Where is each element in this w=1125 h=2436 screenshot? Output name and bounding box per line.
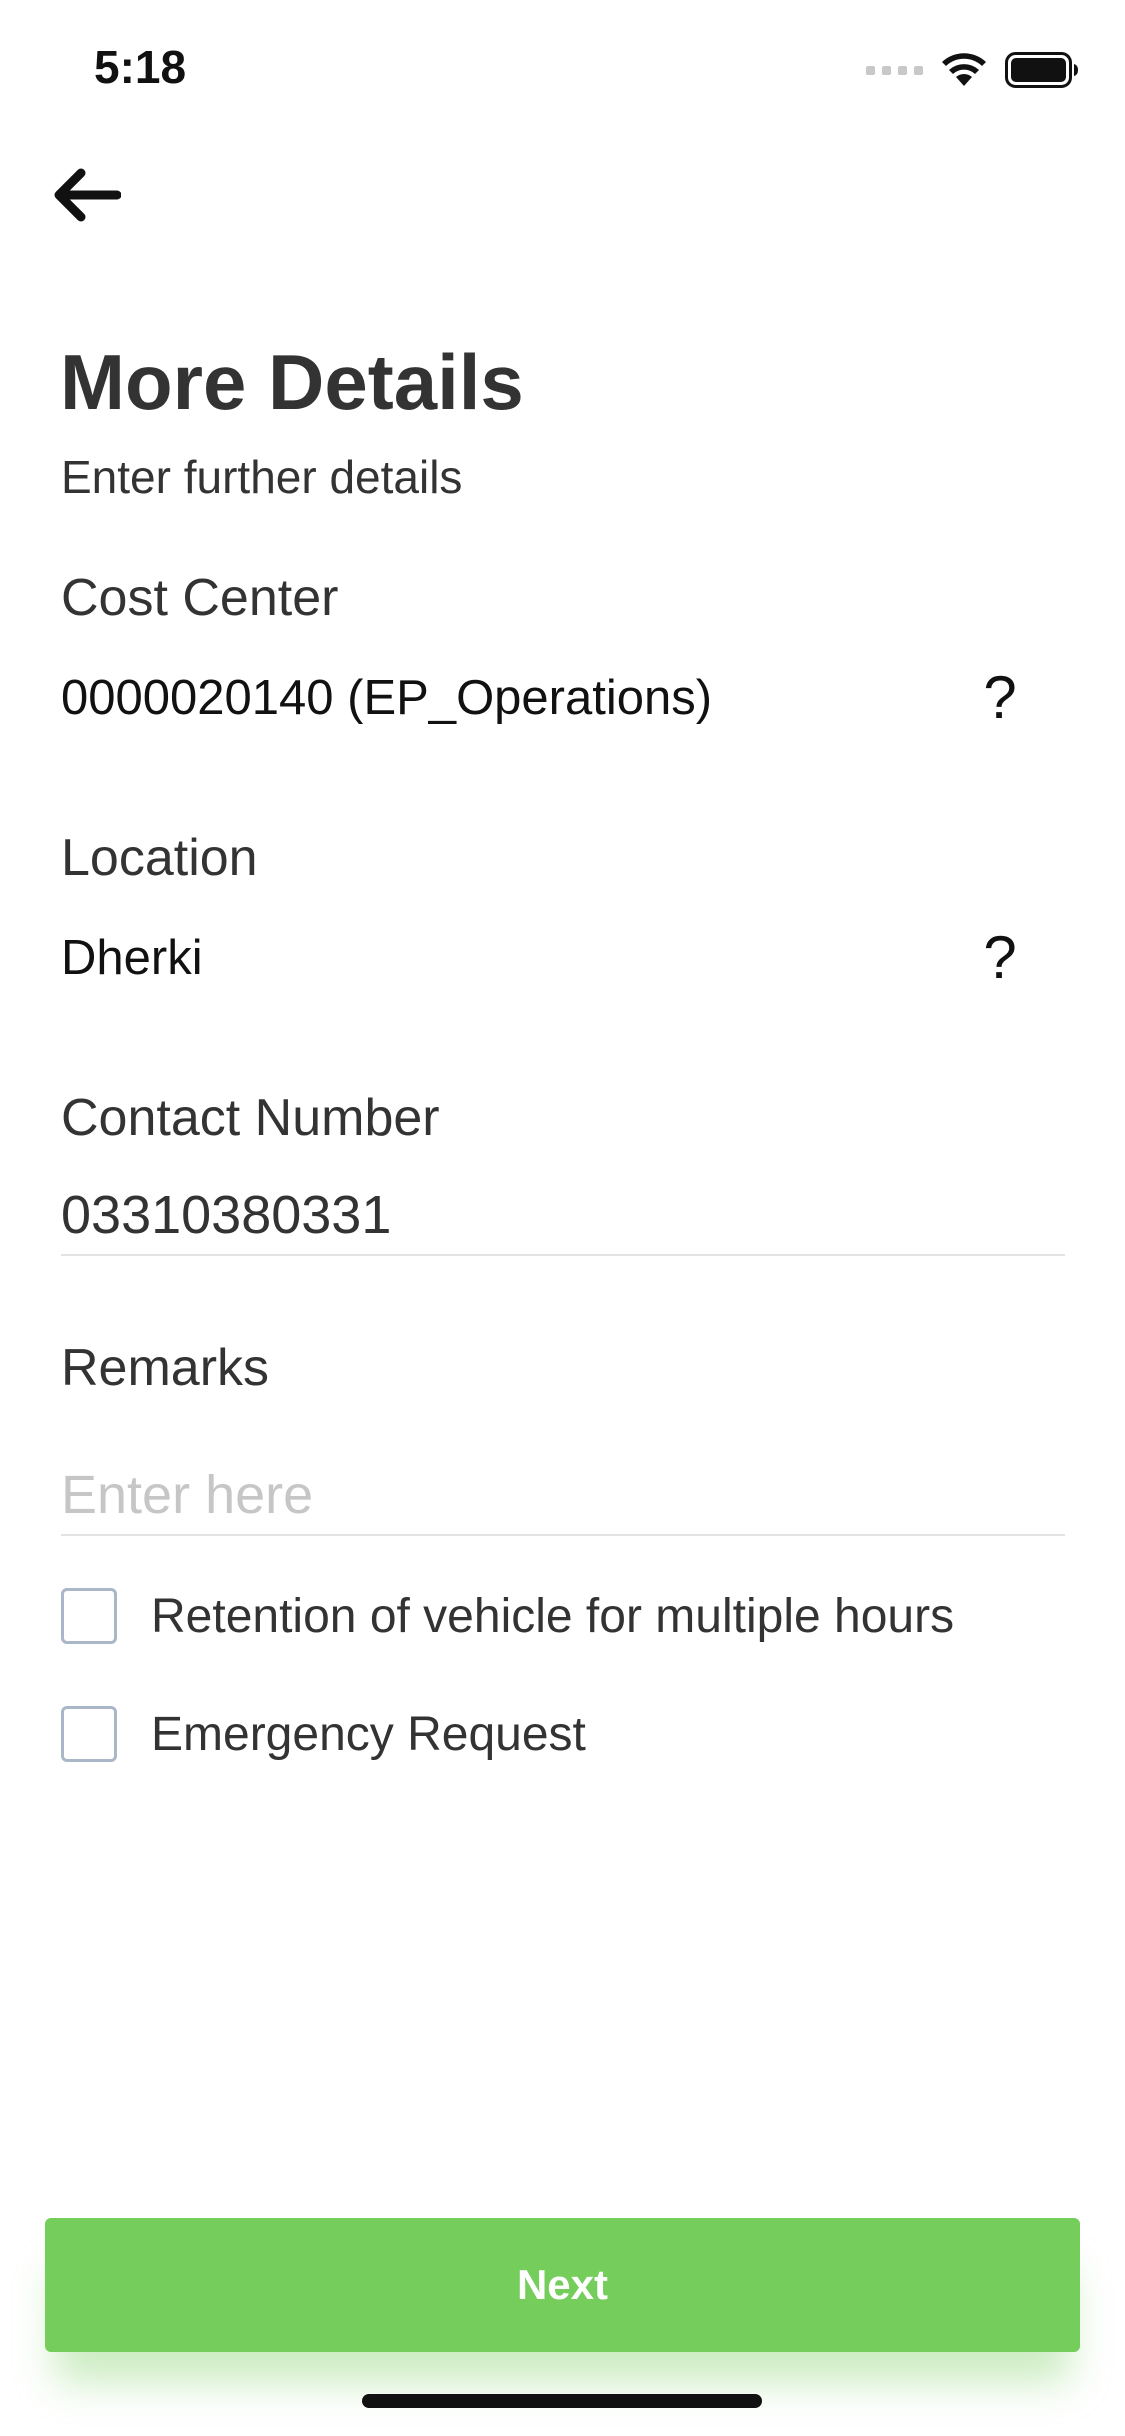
cost-center-help-icon[interactable]: ? xyxy=(970,662,1030,732)
contact-number-input[interactable] xyxy=(61,1176,1065,1256)
emergency-checkbox-row[interactable]: Emergency Request xyxy=(61,1704,586,1764)
retention-checkbox-row[interactable]: Retention of vehicle for multiple hours xyxy=(61,1586,954,1646)
location-value[interactable]: Dherki xyxy=(61,930,203,986)
home-indicator xyxy=(362,2394,762,2408)
remarks-label: Remarks xyxy=(61,1339,270,1397)
next-button[interactable]: Next xyxy=(45,2218,1080,2352)
page-title: More Details xyxy=(60,338,524,426)
wifi-icon xyxy=(942,53,986,86)
status-time: 5:18 xyxy=(94,41,187,93)
location-label: Location xyxy=(61,829,258,887)
contact-number-label: Contact Number xyxy=(61,1089,440,1147)
cost-center-value[interactable]: 0000020140 (EP_Operations) xyxy=(61,670,712,726)
status-icons xyxy=(866,48,1079,92)
cost-center-label: Cost Center xyxy=(61,569,339,627)
emergency-checkbox[interactable] xyxy=(61,1706,117,1762)
arrow-left-icon xyxy=(54,168,121,222)
battery-icon xyxy=(1005,52,1078,88)
retention-checkbox-label: Retention of vehicle for multiple hours xyxy=(151,1589,955,1643)
signal-icon xyxy=(866,65,923,75)
page-subtitle: Enter further details xyxy=(61,451,463,503)
emergency-checkbox-label: Emergency Request xyxy=(151,1707,586,1761)
remarks-input[interactable] xyxy=(61,1456,1065,1536)
retention-checkbox[interactable] xyxy=(61,1588,117,1644)
back-button[interactable] xyxy=(46,160,126,230)
location-help-icon[interactable]: ? xyxy=(970,922,1030,992)
